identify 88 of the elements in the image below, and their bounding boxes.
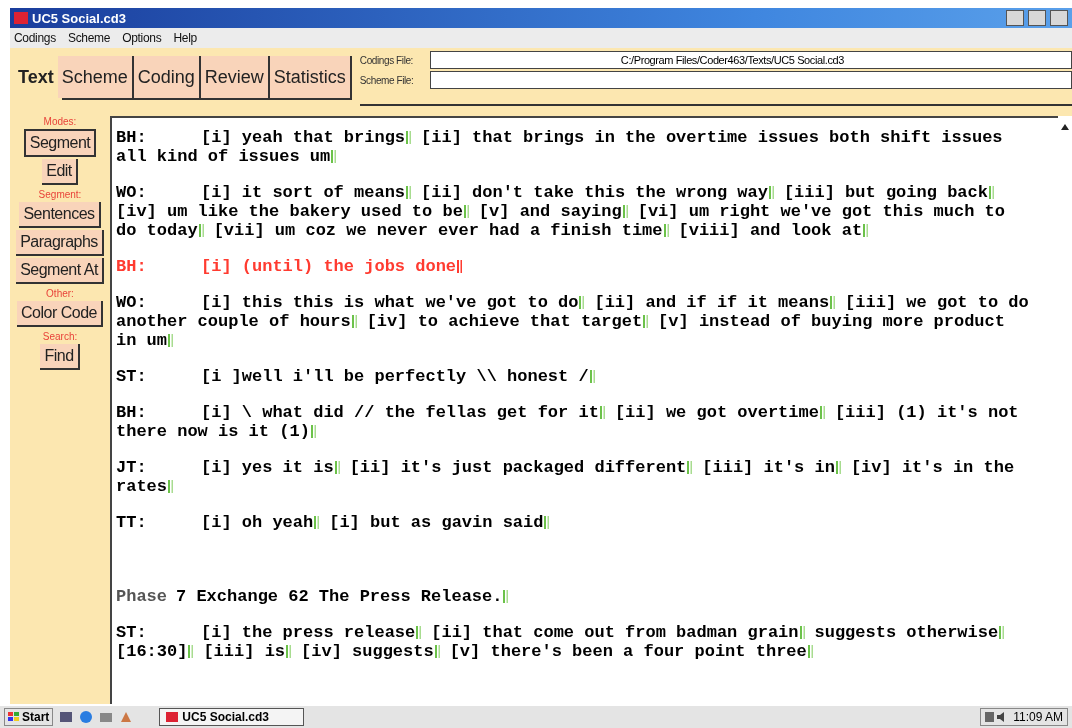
file-path-field[interactable]: C:/Program Files/Coder463/Texts/UC5 Social.cd3: [429, 51, 1072, 69]
transcript-text: [i] oh yeah: [201, 513, 314, 532]
tab[interactable]: Review: [200, 56, 270, 98]
transcript-text: [i] the press release: [201, 623, 416, 642]
tab[interactable]: Statistics: [269, 56, 352, 98]
menu-item[interactable]: Help: [173, 31, 197, 45]
transcript-text: all kind of issues um: [116, 147, 331, 166]
transcript-text: [v] and saying: [478, 202, 622, 221]
speaker-label: BH:: [116, 403, 148, 422]
clock: 11:09 AM: [1013, 710, 1063, 724]
app-icon: [14, 12, 28, 24]
transcript-text: 7 Exchange 62 The Press Release.: [176, 587, 503, 606]
transcript-text: [iii] is: [203, 642, 286, 661]
transcript-text: [viii] and look at: [678, 221, 863, 240]
sidebar-button[interactable]: Edit: [42, 159, 78, 185]
transcript-text: [iii] it's in: [702, 458, 835, 477]
transcript-text: [i] yeah that brings: [201, 128, 406, 147]
transcript-text: [ii] it's just packaged different: [349, 458, 687, 477]
transcript-text: [iii] but going back: [783, 183, 988, 202]
section-heading: Segment:: [38, 189, 82, 200]
transcript-text: [iv] um like the bakery used to be: [116, 202, 463, 221]
sidebar-button[interactable]: Paragraphs: [16, 230, 104, 256]
speaker-label: WO:: [116, 183, 148, 202]
transcript-text: suggests otherwise: [814, 623, 999, 642]
scroll-up-icon[interactable]: [1061, 124, 1069, 130]
transcript-text: [vii] um coz we never ever had a finish time: [213, 221, 663, 240]
transcript-text: [16:30]: [116, 642, 188, 661]
transcript-text: [vi] um right we've got this much to: [637, 202, 1005, 221]
transcript-text: [v] instead of buying more product: [658, 312, 1005, 331]
sidebar-button[interactable]: Color Code: [17, 301, 103, 327]
transcript-text: [ii] that come out from badman grain: [431, 623, 799, 642]
tab[interactable]: Coding: [133, 56, 201, 98]
menu-item[interactable]: Scheme: [67, 31, 111, 45]
menu-item[interactable]: Codings: [14, 31, 56, 45]
close-button[interactable]: [1050, 10, 1068, 26]
transcript-text: [ii] we got overtime: [614, 403, 819, 422]
transcript-text: [i] but as gavin said: [329, 513, 544, 532]
transcript-text: [iii] we got to do: [845, 293, 1029, 312]
speaker-label: WO:: [116, 293, 148, 312]
transcript-text: rates: [116, 477, 167, 496]
app-icon: [166, 712, 179, 722]
phase-label: Phase: [116, 587, 167, 606]
field-label: Scheme File:: [359, 74, 415, 86]
section-heading: Search:: [42, 331, 78, 342]
sidebar-button[interactable]: Find: [40, 344, 80, 370]
minimize-button[interactable]: [1006, 10, 1024, 26]
speaker-label: BH:: [116, 257, 148, 276]
transcript-text: [ii] don't take this the wrong way: [421, 183, 768, 202]
transcript-text: [i] yes it is: [201, 458, 334, 477]
speaker-label: JT:: [116, 458, 148, 477]
transcript-text: [i] this this is what we've got to do: [201, 293, 579, 312]
transcript-text: [i] it sort of means: [201, 183, 406, 202]
transcript-text: do today: [116, 221, 198, 240]
field-label: Codings File:: [359, 54, 414, 66]
transcript-text: there now is it (1): [116, 422, 310, 441]
windows-logo-icon: [8, 712, 20, 722]
speaker-label: ST:: [116, 623, 148, 642]
start-button[interactable]: Start: [4, 708, 54, 726]
transcript-text: [iv] it's in the: [850, 458, 1015, 477]
speaker-label: BH:: [116, 128, 148, 147]
browser-icon[interactable]: [79, 710, 94, 724]
quick-launch-icon[interactable]: [119, 710, 134, 724]
tab[interactable]: Scheme: [57, 56, 134, 98]
section-heading: Other:: [46, 288, 74, 299]
quick-launch-icon[interactable]: [99, 710, 114, 724]
transcript-text: [iv] to achieve that target: [366, 312, 643, 331]
transcript-text: [i] (until) the jobs done: [201, 257, 457, 276]
menu-item[interactable]: Options: [122, 31, 162, 45]
file-path-field[interactable]: [429, 71, 1072, 89]
maximize-button[interactable]: [1028, 10, 1046, 26]
sidebar-button[interactable]: Segment At: [16, 258, 104, 284]
speaker-label: TT:: [116, 513, 148, 532]
transcript-text: [ii] and if if it means: [594, 293, 830, 312]
sidebar-button[interactable]: Segment: [23, 129, 97, 157]
transcript-text: [iv] suggests: [301, 642, 434, 661]
transcript-text: [i] \ what did // the fellas get for it: [201, 403, 599, 422]
section-heading: Modes:: [43, 116, 77, 127]
transcript-text: [v] there's been a four point three: [449, 642, 807, 661]
transcript-text: [iii] (1) it's not: [834, 403, 1019, 422]
speaker-label: ST:: [116, 367, 148, 386]
sidebar-button[interactable]: Sentences: [19, 202, 101, 228]
transcript-text: [i ]well i'll be perfectly \\ honest /: [201, 367, 589, 386]
quick-launch-icon[interactable]: [59, 710, 74, 724]
transcript-text: another couple of hours: [116, 312, 351, 331]
window-title: UC5 Social.cd3: [32, 10, 126, 26]
transcript-text: [ii] that brings in the overtime issues both shift issues: [421, 128, 1003, 147]
transcript-text: in um: [116, 331, 167, 350]
taskbar-button[interactable]: UC5 Social.cd3: [159, 708, 305, 726]
